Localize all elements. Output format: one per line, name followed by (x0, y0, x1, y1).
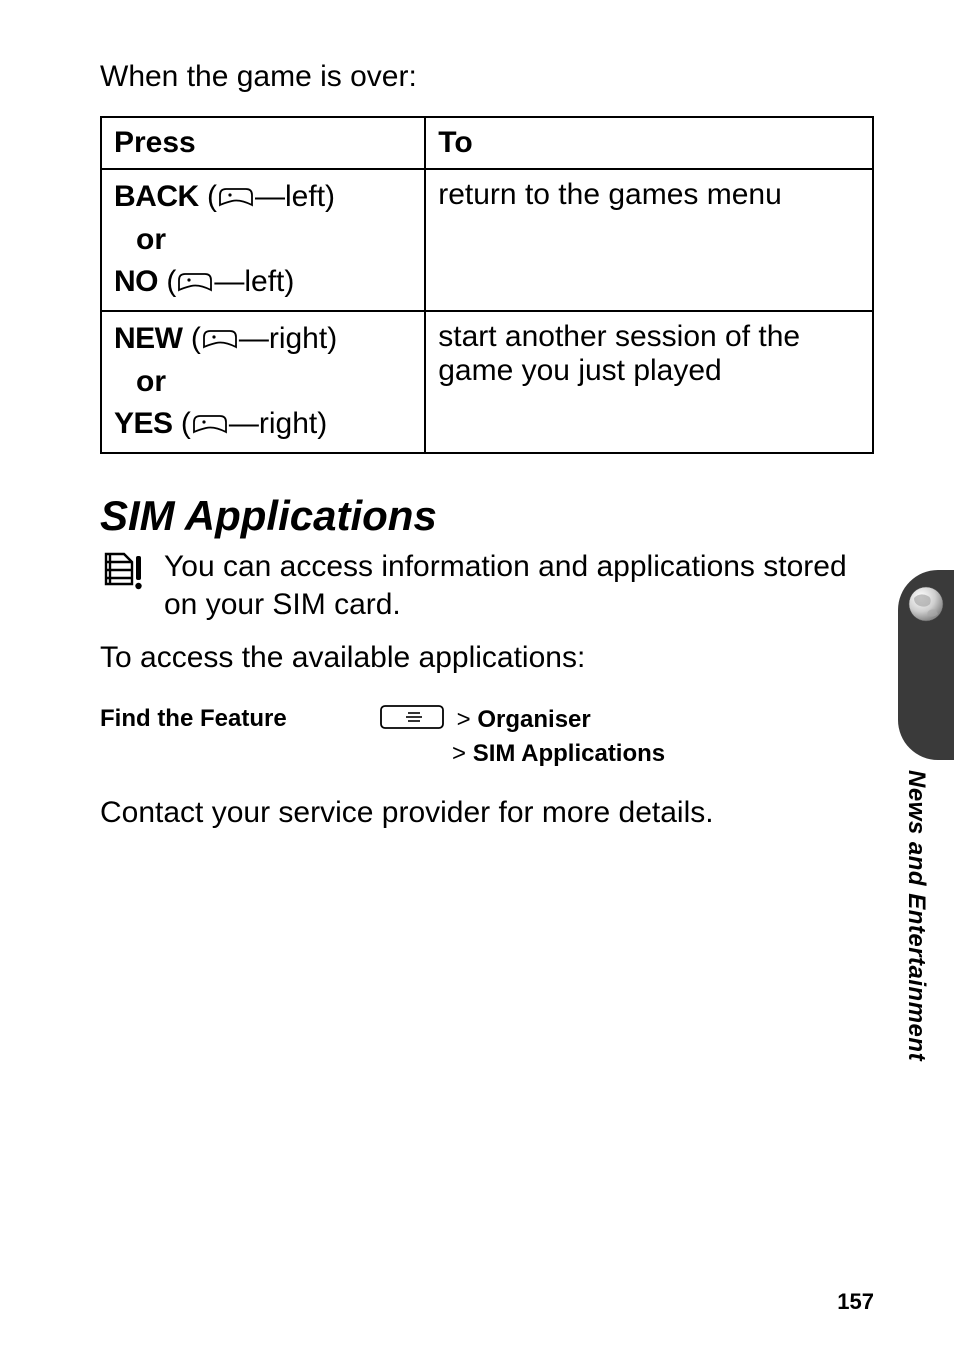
col-to: To (425, 117, 873, 169)
sim-description-row: You can access information and applicati… (100, 548, 874, 623)
side-section-label: News and Entertainment (902, 770, 930, 1061)
sim-card-icon (100, 550, 146, 597)
find-feature-label: Find the Feature (100, 705, 380, 733)
press-cell: NEW ( —right) or YES ( —right) (101, 311, 425, 453)
contact-text: Contact your service provider for more d… (100, 796, 874, 830)
press-to-table: Press To BACK ( —left) or NO ( —left) (100, 116, 874, 454)
side-tab-pill (898, 570, 954, 760)
to-cell: return to the games menu (425, 169, 873, 311)
sim-description: You can access information and applicati… (164, 548, 874, 623)
softkey-suffix: —left) (214, 265, 294, 298)
or-label: or (136, 365, 166, 399)
table-row: NEW ( —right) or YES ( —right) start ano… (101, 311, 873, 453)
col-press: Press (101, 117, 425, 169)
key-label: BACK (114, 180, 199, 213)
paren: ( (181, 407, 191, 440)
key-label: NO (114, 265, 158, 298)
softkey-suffix: —right) (229, 407, 327, 440)
feature-path: > Organiser > SIM Applications (380, 705, 665, 768)
table-row: BACK ( —left) or NO ( —left) return to t… (101, 169, 873, 311)
access-line: To access the available applications: (100, 641, 874, 675)
menu-key-icon (380, 705, 444, 736)
softkey-icon (177, 266, 213, 300)
page-number: 157 (837, 1289, 874, 1315)
intro-text: When the game is over: (100, 60, 874, 94)
softkey-icon (218, 181, 254, 215)
path-organiser: Organiser (477, 706, 590, 733)
key-label: NEW (114, 322, 183, 355)
paren: ( (207, 180, 217, 213)
to-cell: start another session of the game you ju… (425, 311, 873, 453)
table-header-row: Press To (101, 117, 873, 169)
or-label: or (136, 223, 166, 257)
key-label: YES (114, 407, 173, 440)
press-cell: BACK ( —left) or NO ( —left) (101, 169, 425, 311)
side-tab (884, 570, 954, 760)
find-feature-row: Find the Feature > Organiser > SIM Appli… (100, 705, 874, 768)
globe-icon (906, 584, 946, 629)
softkey-icon (192, 408, 228, 442)
gt: > (452, 740, 466, 767)
softkey-icon (202, 323, 238, 357)
paren: ( (191, 322, 201, 355)
gt: > (457, 706, 471, 733)
softkey-suffix: —left) (255, 180, 335, 213)
paren: ( (166, 265, 176, 298)
softkey-suffix: —right) (239, 322, 337, 355)
section-title: SIM Applications (100, 492, 874, 540)
path-sim-applications: SIM Applications (473, 740, 665, 767)
